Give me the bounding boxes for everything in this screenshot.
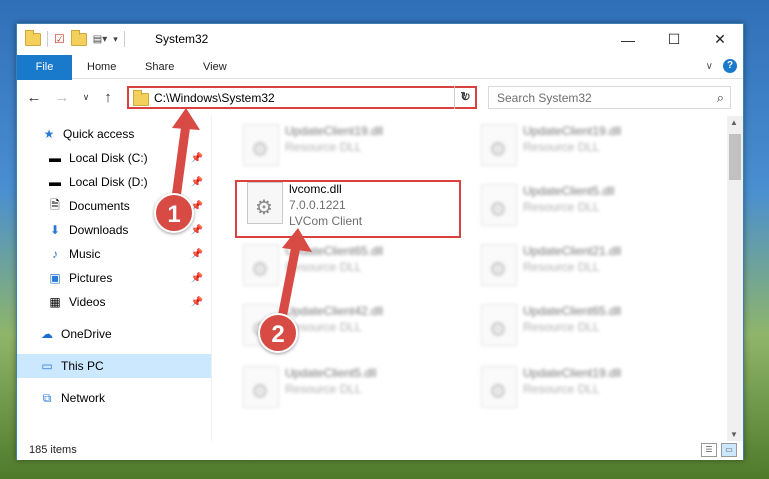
vertical-scrollbar[interactable]: ▲ ▼	[727, 116, 743, 441]
drive-icon: ▬	[49, 151, 61, 165]
pin-icon: 📌	[190, 224, 203, 236]
network-icon: ⧉	[42, 390, 52, 405]
sidebar-item-label: Documents	[69, 199, 130, 213]
sidebar-item-label: OneDrive	[61, 327, 112, 341]
drive-icon: ▬	[49, 175, 61, 189]
sidebar-item-label: Local Disk (D:)	[69, 175, 148, 189]
sidebar-item-label: Network	[61, 391, 106, 405]
window-controls: — ☐ ✕	[605, 24, 743, 55]
sidebar-item-label: Downloads	[69, 223, 129, 237]
sidebar-item-pictures[interactable]: ▣ Pictures 📌	[17, 266, 211, 290]
sidebar-item-label: Local Disk (C:)	[69, 151, 148, 165]
refresh-button[interactable]: ↻	[454, 86, 476, 109]
details-view-icon[interactable]: ☰	[701, 443, 717, 457]
document-icon: 🗎	[50, 197, 60, 212]
maximize-button[interactable]: ☐	[651, 24, 697, 55]
file-item[interactable]: UpdateClient5.dll Resource DLL	[235, 362, 455, 414]
computer-icon: ▭	[41, 359, 53, 373]
folder-icon	[133, 90, 149, 106]
sidebar-item-quick-access[interactable]: ★ Quick access	[17, 122, 211, 146]
close-button[interactable]: ✕	[697, 24, 743, 55]
new-folder-icon[interactable]	[70, 29, 87, 46]
file-item[interactable]: UpdateClient5.dll Resource DLL	[473, 180, 693, 232]
window-title: System32	[155, 32, 209, 46]
download-icon: ⬇	[49, 223, 61, 237]
music-icon: ♪	[52, 247, 58, 261]
folder-icon	[25, 29, 41, 46]
customize-icon[interactable]: ▤▾	[93, 34, 107, 45]
sidebar-item-videos[interactable]: ▦ Videos 📌	[17, 290, 211, 314]
tab-home[interactable]: Home	[73, 55, 130, 79]
search-placeholder: Search System32	[497, 91, 592, 105]
star-icon: ★	[43, 127, 55, 141]
sidebar-item-label: This PC	[61, 359, 104, 373]
file-list: UpdateClient19.dll Resource DLL UpdateCl…	[215, 116, 727, 441]
dll-file-icon	[243, 366, 279, 408]
dll-file-icon	[481, 244, 517, 286]
file-highlight-box	[235, 180, 461, 238]
picture-icon: ▣	[49, 271, 61, 285]
scrollbar-thumb[interactable]	[729, 134, 741, 180]
navigation-pane: ★ Quick access ▬ Local Disk (C:) 📌 ▬ Loc…	[17, 116, 211, 441]
status-bar: 185 items ☰ ▭	[17, 441, 743, 460]
title-bar: ☑ ▤▾ ▾ System32 — ☐ ✕	[17, 24, 743, 55]
sidebar-item-network[interactable]: ⧉ Network	[17, 386, 211, 410]
forward-button[interactable]: →	[51, 86, 73, 108]
tab-share[interactable]: Share	[131, 55, 188, 79]
pin-icon: 📌	[190, 152, 203, 164]
sidebar-item-music[interactable]: ♪ Music 📌	[17, 242, 211, 266]
navigation-bar: ← → ∨ ↑ C:\Windows\System32 ∨ ↻ Search S…	[17, 80, 743, 114]
quick-access-toolbar: ☑ ▤▾ ▾	[25, 29, 125, 47]
dll-file-icon	[481, 304, 517, 346]
address-bar[interactable]: C:\Windows\System32 ∨	[127, 86, 477, 109]
file-item[interactable]: UpdateClient19.dll Resource DLL	[235, 120, 455, 172]
up-button[interactable]: ↑	[97, 86, 119, 108]
recent-locations-button[interactable]: ∨	[75, 86, 97, 108]
step-marker-2: 2	[258, 313, 298, 353]
file-item[interactable]: UpdateClient19.dll Resource DLL	[473, 120, 693, 172]
scroll-down-icon[interactable]: ▼	[730, 430, 738, 439]
properties-icon[interactable]: ☑	[54, 32, 65, 46]
sidebar-item-label: Videos	[69, 295, 106, 309]
item-count: 185 items	[29, 444, 77, 456]
sidebar-item-label: Music	[69, 247, 101, 261]
file-item[interactable]: UpdateClient19.dll Resource DLL	[473, 362, 693, 414]
dll-file-icon	[243, 124, 279, 166]
video-icon: ▦	[49, 295, 61, 309]
search-icon: ⌕	[716, 90, 724, 105]
sidebar-item-label: Pictures	[69, 271, 113, 285]
back-button[interactable]: ←	[23, 86, 45, 108]
help-icon[interactable]: ?	[723, 59, 737, 73]
file-item[interactable]: UpdateClient65.dll Resource DLL	[473, 300, 693, 352]
large-icons-view-icon[interactable]: ▭	[721, 443, 737, 457]
dll-file-icon	[481, 184, 517, 226]
scroll-up-icon[interactable]: ▲	[730, 118, 738, 127]
pin-icon: 📌	[190, 296, 203, 308]
sidebar-item-local-disk-c[interactable]: ▬ Local Disk (C:) 📌	[17, 146, 211, 170]
sidebar-item-label: Quick access	[63, 127, 135, 141]
sidebar-item-onedrive[interactable]: ☁ OneDrive	[17, 322, 211, 346]
minimize-button[interactable]: —	[605, 24, 651, 55]
tab-view[interactable]: View	[189, 55, 241, 79]
explorer-window: ☑ ▤▾ ▾ System32 — ☐ ✕ File Home Share Vi…	[16, 23, 744, 460]
dll-file-icon	[243, 244, 279, 286]
dll-file-icon	[481, 124, 517, 166]
pin-icon: 📌	[190, 248, 203, 260]
pin-icon: 📌	[190, 176, 203, 188]
step-marker-1: 1	[154, 193, 194, 233]
sidebar-item-this-pc[interactable]: ▭ This PC	[17, 354, 211, 378]
expand-ribbon-icon[interactable]: ∨	[706, 61, 713, 72]
search-input[interactable]: Search System32 ⌕	[488, 86, 731, 109]
sidebar-item-local-disk-d[interactable]: ▬ Local Disk (D:) 📌	[17, 170, 211, 194]
ribbon: File Home Share View ∨ ?	[17, 55, 743, 107]
file-item[interactable]: UpdateClient21.dll Resource DLL	[473, 240, 693, 292]
pin-icon: 📌	[190, 272, 203, 284]
dll-file-icon	[481, 366, 517, 408]
dropdown-icon[interactable]: ▾	[113, 34, 118, 45]
cloud-icon: ☁	[41, 327, 53, 341]
file-item[interactable]: UpdateClient65.dll Resource DLL	[235, 240, 455, 292]
address-path: C:\Windows\System32	[154, 91, 275, 105]
